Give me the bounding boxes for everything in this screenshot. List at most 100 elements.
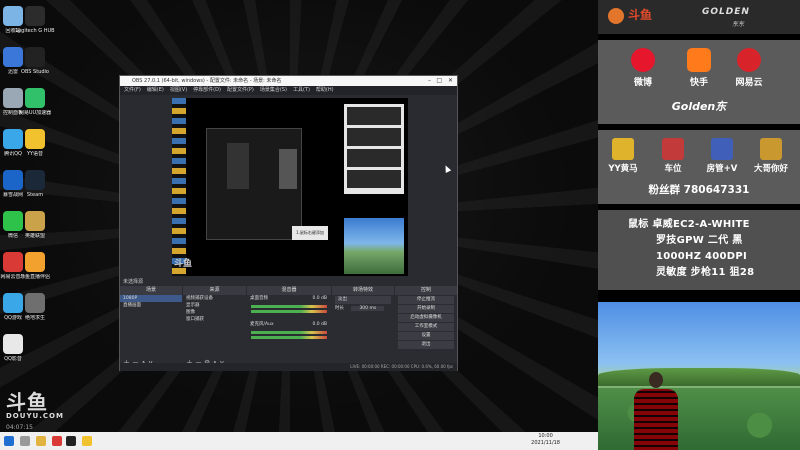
lotus-field: [598, 388, 800, 450]
desktop-shortcut[interactable]: 绝地求生: [10, 293, 60, 321]
mixer-channel-label: 桌面音频: [250, 296, 268, 301]
obs-window[interactable]: OBS 27.0.1 (64-bit, windows) - 配置文件: 未命名…: [119, 75, 458, 371]
app-icon: [3, 334, 23, 354]
taskbar: 10:00 2021/11/18: [0, 432, 598, 450]
desktop-shortcut[interactable]: Steam: [10, 170, 60, 198]
obs-preview[interactable]: 1.鼠标右键添加 斗鱼: [172, 98, 408, 276]
menu-item[interactable]: 视图(V): [170, 87, 187, 93]
obs-titlebar[interactable]: OBS 27.0.1 (64-bit, windows) - 配置文件: 未命名…: [120, 76, 457, 86]
virtual-camera-button[interactable]: 启动虚拟摄像机: [398, 314, 454, 322]
app-icon: [25, 252, 45, 272]
desktop-shortcut[interactable]: OBS Studio: [10, 47, 60, 75]
app-icon: [25, 170, 45, 190]
taskbar-clock[interactable]: 10:00 2021/11/18: [531, 433, 560, 447]
shortcut-label: Logitech G HUB: [15, 28, 55, 34]
social-panel: 微博 快手 网易云 Golden东: [598, 40, 800, 124]
volume-slider[interactable]: [251, 310, 327, 313]
brand-cn: 斗鱼: [628, 8, 653, 22]
clock-time: 10:00: [538, 433, 553, 439]
start-icon[interactable]: [4, 436, 14, 446]
transition-select[interactable]: 淡出: [335, 296, 391, 304]
yy-taskbar-icon[interactable]: [82, 436, 92, 446]
douyu-watermark: 斗鱼 DOUYU.COM 04:07:15: [6, 386, 64, 431]
person-head: [649, 372, 663, 388]
app-icon: [25, 47, 45, 67]
close-icon[interactable]: ✕: [448, 76, 453, 86]
scene-item[interactable]: 直播画面: [120, 302, 182, 309]
app-icon: [25, 129, 45, 149]
gear-line: 罗技GPW 二代 黑: [656, 235, 743, 246]
desktop-shortcut[interactable]: 英雄联盟: [10, 211, 60, 239]
menu-item[interactable]: 文件(F): [124, 87, 141, 93]
shortcut-label: 绝地求生: [24, 315, 45, 321]
scene-item[interactable]: 1080P: [120, 295, 182, 302]
netease-icon[interactable]: [52, 436, 62, 446]
weibo-icon: [631, 48, 655, 72]
desktop-shortcut[interactable]: 网易UU加速器: [10, 88, 60, 116]
tree-line: [598, 368, 800, 386]
source-item[interactable]: 窗口捕获: [183, 316, 246, 323]
mixer-channel-label: 麦克风/Aux: [250, 322, 274, 327]
source-item[interactable]: 显示器: [183, 302, 246, 309]
stop-streaming-button[interactable]: 停止推流: [398, 296, 454, 304]
maximize-icon[interactable]: □: [436, 76, 442, 86]
gift-item: YY黄马: [600, 138, 646, 174]
shortcut-label: YY语音: [26, 151, 44, 157]
mixer-level: 0.0 dB: [312, 322, 327, 327]
audio-meter: [251, 305, 327, 308]
menu-item[interactable]: 编辑(E): [147, 87, 164, 93]
kuaishou-icon: [687, 48, 711, 72]
app-icon: [25, 88, 45, 108]
car-icon: [662, 138, 684, 160]
social-name: 快手: [689, 78, 708, 88]
gift-item: 车位: [650, 138, 696, 174]
search-icon[interactable]: [20, 436, 30, 446]
volume-slider[interactable]: [251, 336, 327, 339]
shortcut-label: QQ影音: [4, 356, 22, 362]
nested-panel: [227, 143, 249, 189]
settings-button[interactable]: 设置: [398, 332, 454, 340]
app-icon: [25, 211, 45, 231]
menu-item[interactable]: 工具(T): [293, 87, 310, 93]
studio-mode-button[interactable]: 工作室模式: [398, 323, 454, 331]
room-admin-icon: [711, 138, 733, 160]
social-name: 网易云: [735, 78, 763, 88]
obs-title-text: OBS 27.0.1 (64-bit, windows) - 配置文件: 未命名…: [132, 78, 282, 84]
watermark-mark: 斗鱼: [6, 390, 48, 414]
watermark-text: DOUYU.COM: [6, 412, 64, 420]
gift-name: 大哥你好: [753, 164, 788, 174]
source-item[interactable]: 图像: [183, 309, 246, 316]
transition-duration: 时长 300 ms: [332, 305, 394, 312]
duration-input[interactable]: 300 ms: [351, 306, 385, 311]
menu-item[interactable]: 帮助(H): [316, 87, 334, 93]
desktop: 回收站 Logitech G HUB 迅雷 OBS Studio 控制面板 网易UU加速器…: [0, 0, 598, 432]
source-item[interactable]: 视频捕获设备: [183, 295, 246, 302]
scenes-dock-title: 场景: [120, 286, 182, 295]
desktop-shortcut[interactable]: 斗鱼直播伴侣: [10, 252, 60, 280]
gift-name: 房管+V: [706, 164, 738, 174]
menu-item[interactable]: 停靠部件(D): [193, 87, 221, 93]
desktop-shortcut[interactable]: Logitech G HUB: [10, 6, 60, 34]
controls-dock-title: 控制: [395, 286, 457, 295]
streamer-handle: Golden东: [671, 100, 727, 113]
menu-item[interactable]: 场景集合(S): [260, 87, 287, 93]
desktop-shortcut[interactable]: QQ影音: [0, 334, 38, 362]
desktop-shortcut[interactable]: YY语音: [10, 129, 60, 157]
mixer-dock-title: 混音器: [247, 286, 331, 295]
gift-panel: YY黄马 车位 房管+V 大哥你好 粉丝群 780647331: [598, 130, 800, 204]
netease-music-icon: [737, 48, 761, 72]
preview-logo: 斗鱼: [174, 259, 193, 269]
menu-item[interactable]: 配置文件(P): [227, 87, 254, 93]
plaid-shirt: [634, 389, 678, 450]
preview-overlay-panel: [344, 104, 404, 194]
streamer-person: [634, 372, 678, 450]
sources-dock: 来源 视频捕获设备 显示器 图像 窗口捕获 ＋－⚙∧∨: [183, 286, 246, 370]
gift-name: 车位: [664, 164, 682, 174]
obs-statusbar: LIVE: 00:00:00 REC: 00:00:00 CPU: 0.6%, …: [120, 363, 457, 371]
explorer-icon[interactable]: [36, 436, 46, 446]
minimize-icon[interactable]: –: [428, 76, 431, 86]
preview-nested-obs: [206, 128, 302, 240]
obs-taskbar-icon[interactable]: [66, 436, 76, 446]
start-recording-button[interactable]: 开始录制: [398, 305, 454, 313]
exit-button[interactable]: 退出: [398, 341, 454, 349]
